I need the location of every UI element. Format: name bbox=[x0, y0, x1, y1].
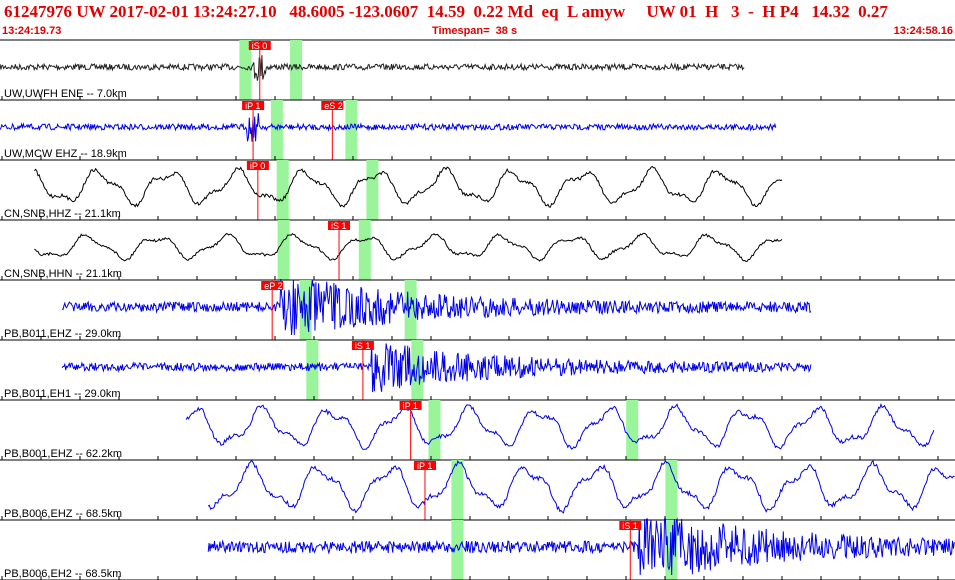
channel-label: UW,UWFH ENE -- 7.0km bbox=[4, 88, 127, 100]
window-band bbox=[366, 160, 379, 220]
window-band bbox=[277, 220, 290, 280]
waveform-trace bbox=[207, 459, 955, 514]
window-band bbox=[428, 400, 441, 460]
waveform-trace bbox=[0, 55, 745, 81]
channel-label: PB,B006,EHZ -- 68.5km bbox=[4, 508, 122, 520]
pick-label: iP 1 bbox=[245, 101, 260, 111]
channel-label: PB,B001,EHZ -- 62.2km bbox=[4, 448, 122, 460]
channel-row[interactable]: iS 1 PB,B006,EH2 -- 68.5km bbox=[0, 517, 955, 580]
window-band bbox=[270, 100, 283, 160]
pick-label: iS 1 bbox=[355, 341, 371, 351]
channel-row[interactable]: iP 1 eS 2 UW,MCW EHZ -- 18.9km bbox=[0, 100, 955, 161]
pick-label: iP 0 bbox=[250, 161, 265, 171]
waveform-trace bbox=[207, 517, 955, 576]
channel-label: PB,B011,EHZ -- 29.0km bbox=[4, 328, 121, 340]
channel-row[interactable]: iS 1 PB,B011,EH1 -- 29.0km bbox=[0, 340, 955, 401]
pick-label: iS 0 bbox=[252, 41, 268, 51]
pick-label: iP 1 bbox=[417, 461, 432, 471]
channel-row[interactable]: iP 1 PB,B001,EHZ -- 62.2km bbox=[0, 400, 955, 461]
pick-label: eS 2 bbox=[324, 101, 343, 111]
channel-label: PB,B006,EH2 -- 68.5km bbox=[4, 568, 121, 580]
pick-label: iP 1 bbox=[403, 401, 418, 411]
channel-label: UW,MCW EHZ -- 18.9km bbox=[4, 148, 127, 160]
seismogram-panel[interactable]: iS 0 UW,UWFH ENE -- 7.0km iP 1 eS 2 UW,MCW E… bbox=[0, 0, 955, 580]
pick-label: iS 1 bbox=[622, 521, 638, 531]
waveform-trace bbox=[34, 232, 783, 263]
channel-row[interactable]: iS 1 CN,SNB,HHN -- 21.1km bbox=[0, 220, 955, 281]
channel-label: CN,SNB,HHN -- 21.1km bbox=[4, 268, 122, 280]
waveform-trace bbox=[61, 343, 812, 393]
channel-row[interactable]: iP 1 PB,B006,EHZ -- 68.5km bbox=[0, 459, 955, 521]
pick-label: eP 2 bbox=[264, 281, 282, 291]
channel-label: CN,SNB,HHZ -- 21.1km bbox=[4, 208, 121, 220]
window-band bbox=[626, 400, 639, 460]
window-band bbox=[276, 160, 289, 220]
channel-row[interactable]: iP 0 CN,SNB,HHZ -- 21.1km bbox=[0, 160, 955, 221]
channel-row[interactable]: iS 0 UW,UWFH ENE -- 7.0km bbox=[0, 40, 955, 101]
channel-row[interactable]: eP 2 PB,B011,EHZ -- 29.0km bbox=[0, 278, 955, 341]
waveform-trace bbox=[0, 113, 777, 142]
window-band bbox=[358, 220, 371, 280]
window-band bbox=[345, 100, 358, 160]
waveform-trace bbox=[61, 278, 812, 336]
channel-label: PB,B011,EH1 -- 29.0km bbox=[4, 388, 121, 400]
waveform-trace bbox=[185, 403, 935, 450]
waveform-trace bbox=[34, 166, 783, 208]
pick-label: iS 1 bbox=[331, 221, 347, 231]
